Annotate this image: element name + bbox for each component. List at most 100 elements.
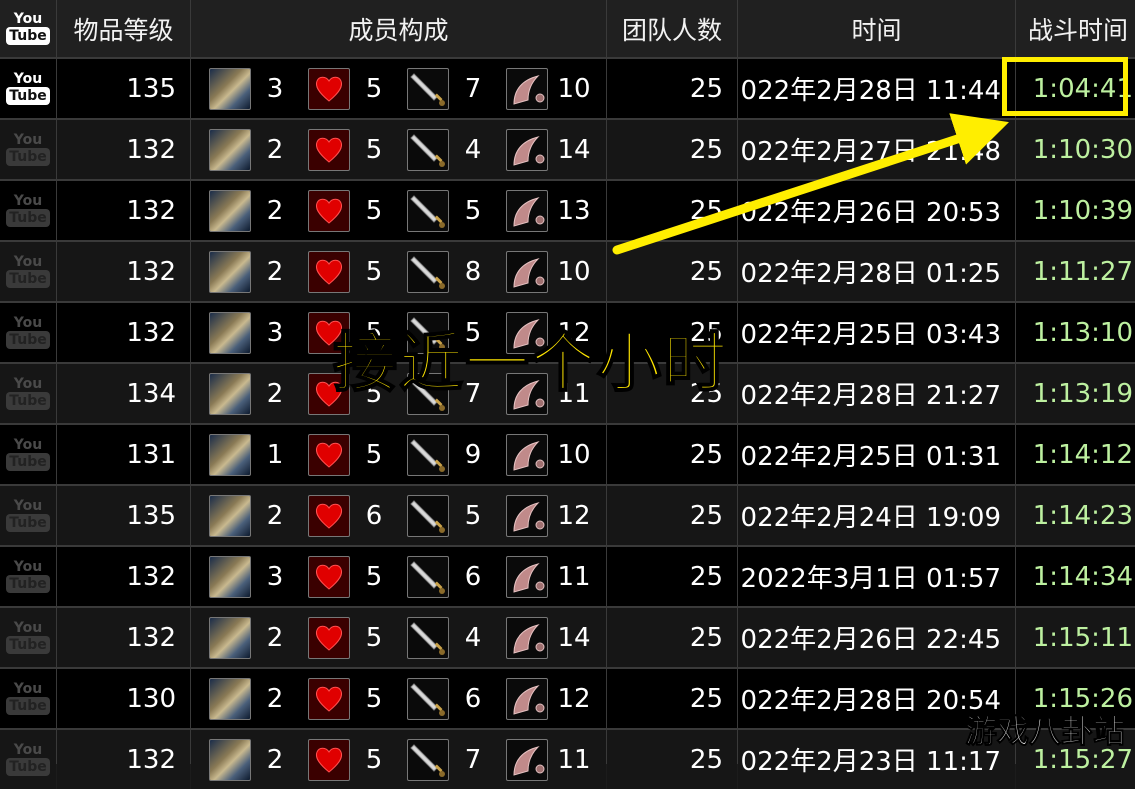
combat-time-cell[interactable]: 1:10:30 <box>1016 120 1135 179</box>
tank-shield-icon <box>209 128 251 171</box>
ranged-horn-icon <box>506 67 548 110</box>
item-level-cell: 131 <box>57 425 190 484</box>
combat-time-cell[interactable]: 1:14:34 <box>1016 547 1135 606</box>
healer-count: 5 <box>365 195 383 226</box>
tank-slot: 2 <box>209 128 308 171</box>
youtube-icon[interactable]: You Tube <box>6 194 50 227</box>
item-level-cell: 132 <box>57 547 190 606</box>
ranged-slot: 10 <box>506 250 605 293</box>
header-item-level[interactable]: 物品等级 <box>57 0 190 57</box>
combat-time-cell[interactable]: 1:13:19 <box>1016 364 1135 423</box>
group-size-cell: 25 <box>607 547 737 606</box>
youtube-icon[interactable]: You Tube <box>6 377 50 410</box>
youtube-icon[interactable]: You Tube <box>6 255 50 288</box>
ranged-slot: 12 <box>506 494 605 537</box>
video-cell[interactable]: You Tube <box>0 242 56 301</box>
youtube-icon: You Tube <box>6 12 50 45</box>
ranged-horn-icon <box>506 555 548 598</box>
composition-cell: 2 6 5 12 <box>191 486 606 545</box>
watermark: 游戏八卦站 <box>964 712 1125 751</box>
youtube-icon[interactable]: You Tube <box>6 133 50 166</box>
video-cell[interactable]: You Tube <box>0 364 56 423</box>
video-cell[interactable]: You Tube <box>0 303 56 362</box>
melee-slot: 8 <box>407 250 506 293</box>
healer-slot: 6 <box>308 494 407 537</box>
youtube-icon[interactable]: You Tube <box>6 743 50 776</box>
melee-count: 7 <box>464 744 482 775</box>
group-size-cell: 25 <box>607 59 737 118</box>
melee-sword-icon <box>407 189 449 232</box>
item-level-cell: 132 <box>57 181 190 240</box>
composition-cell: 2 5 5 13 <box>191 181 606 240</box>
melee-sword-icon <box>407 677 449 720</box>
melee-slot: 4 <box>407 128 506 171</box>
healer-slot: 5 <box>308 250 407 293</box>
tank-shield-icon <box>209 677 251 720</box>
ranged-count: 11 <box>557 744 591 775</box>
header-time[interactable]: 时间 <box>738 0 1015 57</box>
ranged-count: 14 <box>557 622 591 653</box>
tank-count: 2 <box>266 500 284 531</box>
healer-heart-icon <box>308 189 350 232</box>
healer-slot: 5 <box>308 67 407 110</box>
combat-time-cell[interactable]: 1:04:41 <box>1016 59 1135 118</box>
video-cell[interactable]: You Tube <box>0 547 56 606</box>
healer-count: 5 <box>365 683 383 714</box>
video-cell[interactable]: You Tube <box>0 669 56 728</box>
tank-count: 2 <box>266 683 284 714</box>
melee-slot: 6 <box>407 555 506 598</box>
tank-shield-icon <box>209 189 251 232</box>
video-cell[interactable]: You Tube <box>0 59 56 118</box>
healer-heart-icon <box>308 67 350 110</box>
ranged-slot: 12 <box>506 677 605 720</box>
video-cell[interactable]: You Tube <box>0 730 56 789</box>
ranged-count: 14 <box>557 134 591 165</box>
ranged-slot: 10 <box>506 433 605 476</box>
tank-slot: 2 <box>209 677 308 720</box>
time-cell: 2022年3月1日 01:57 <box>738 547 1015 606</box>
composition-cell: 2 5 4 14 <box>191 120 606 179</box>
video-cell[interactable]: You Tube <box>0 486 56 545</box>
video-cell[interactable]: You Tube <box>0 181 56 240</box>
tank-count: 1 <box>266 439 284 470</box>
header-composition[interactable]: 成员构成 <box>191 0 606 57</box>
healer-heart-icon <box>308 616 350 659</box>
header-group-size[interactable]: 团队人数 <box>607 0 737 57</box>
tank-shield-icon <box>209 494 251 537</box>
melee-count: 5 <box>464 195 482 226</box>
youtube-icon[interactable]: You Tube <box>6 621 50 654</box>
video-cell[interactable]: You Tube <box>0 425 56 484</box>
video-cell[interactable]: You Tube <box>0 120 56 179</box>
video-cell[interactable]: You Tube <box>0 608 56 667</box>
ranged-count: 10 <box>557 256 591 287</box>
youtube-icon[interactable]: You Tube <box>6 72 50 105</box>
ranged-count: 12 <box>557 683 591 714</box>
youtube-icon[interactable]: You Tube <box>6 682 50 715</box>
healer-heart-icon <box>308 677 350 720</box>
tank-shield-icon <box>209 616 251 659</box>
tank-shield-icon <box>209 372 251 415</box>
combat-time-cell[interactable]: 1:11:27 <box>1016 242 1135 301</box>
tank-count: 3 <box>266 317 284 348</box>
combat-time-cell[interactable]: 1:14:12 <box>1016 425 1135 484</box>
youtube-icon[interactable]: You Tube <box>6 316 50 349</box>
youtube-icon[interactable]: You Tube <box>6 438 50 471</box>
healer-count: 5 <box>365 134 383 165</box>
ranged-horn-icon <box>506 738 548 781</box>
composition-cell: 3 5 6 11 <box>191 547 606 606</box>
composition-cell: 3 5 7 10 <box>191 59 606 118</box>
tank-count: 2 <box>266 195 284 226</box>
combat-time-cell[interactable]: 1:14:23 <box>1016 486 1135 545</box>
item-level-cell: 132 <box>57 303 190 362</box>
item-level-cell: 135 <box>57 59 190 118</box>
header-combat-time[interactable]: 战斗时间 <box>1016 0 1135 57</box>
melee-count: 4 <box>464 134 482 165</box>
combat-time-cell[interactable]: 1:10:39 <box>1016 181 1135 240</box>
combat-time-cell[interactable]: 1:15:11 <box>1016 608 1135 667</box>
youtube-icon[interactable]: You Tube <box>6 560 50 593</box>
tank-slot: 3 <box>209 555 308 598</box>
healer-slot: 5 <box>308 738 407 781</box>
youtube-icon[interactable]: You Tube <box>6 499 50 532</box>
combat-time-cell[interactable]: 1:13:10 <box>1016 303 1135 362</box>
time-cell: 2022年2月28日 01:25 <box>738 242 1015 301</box>
